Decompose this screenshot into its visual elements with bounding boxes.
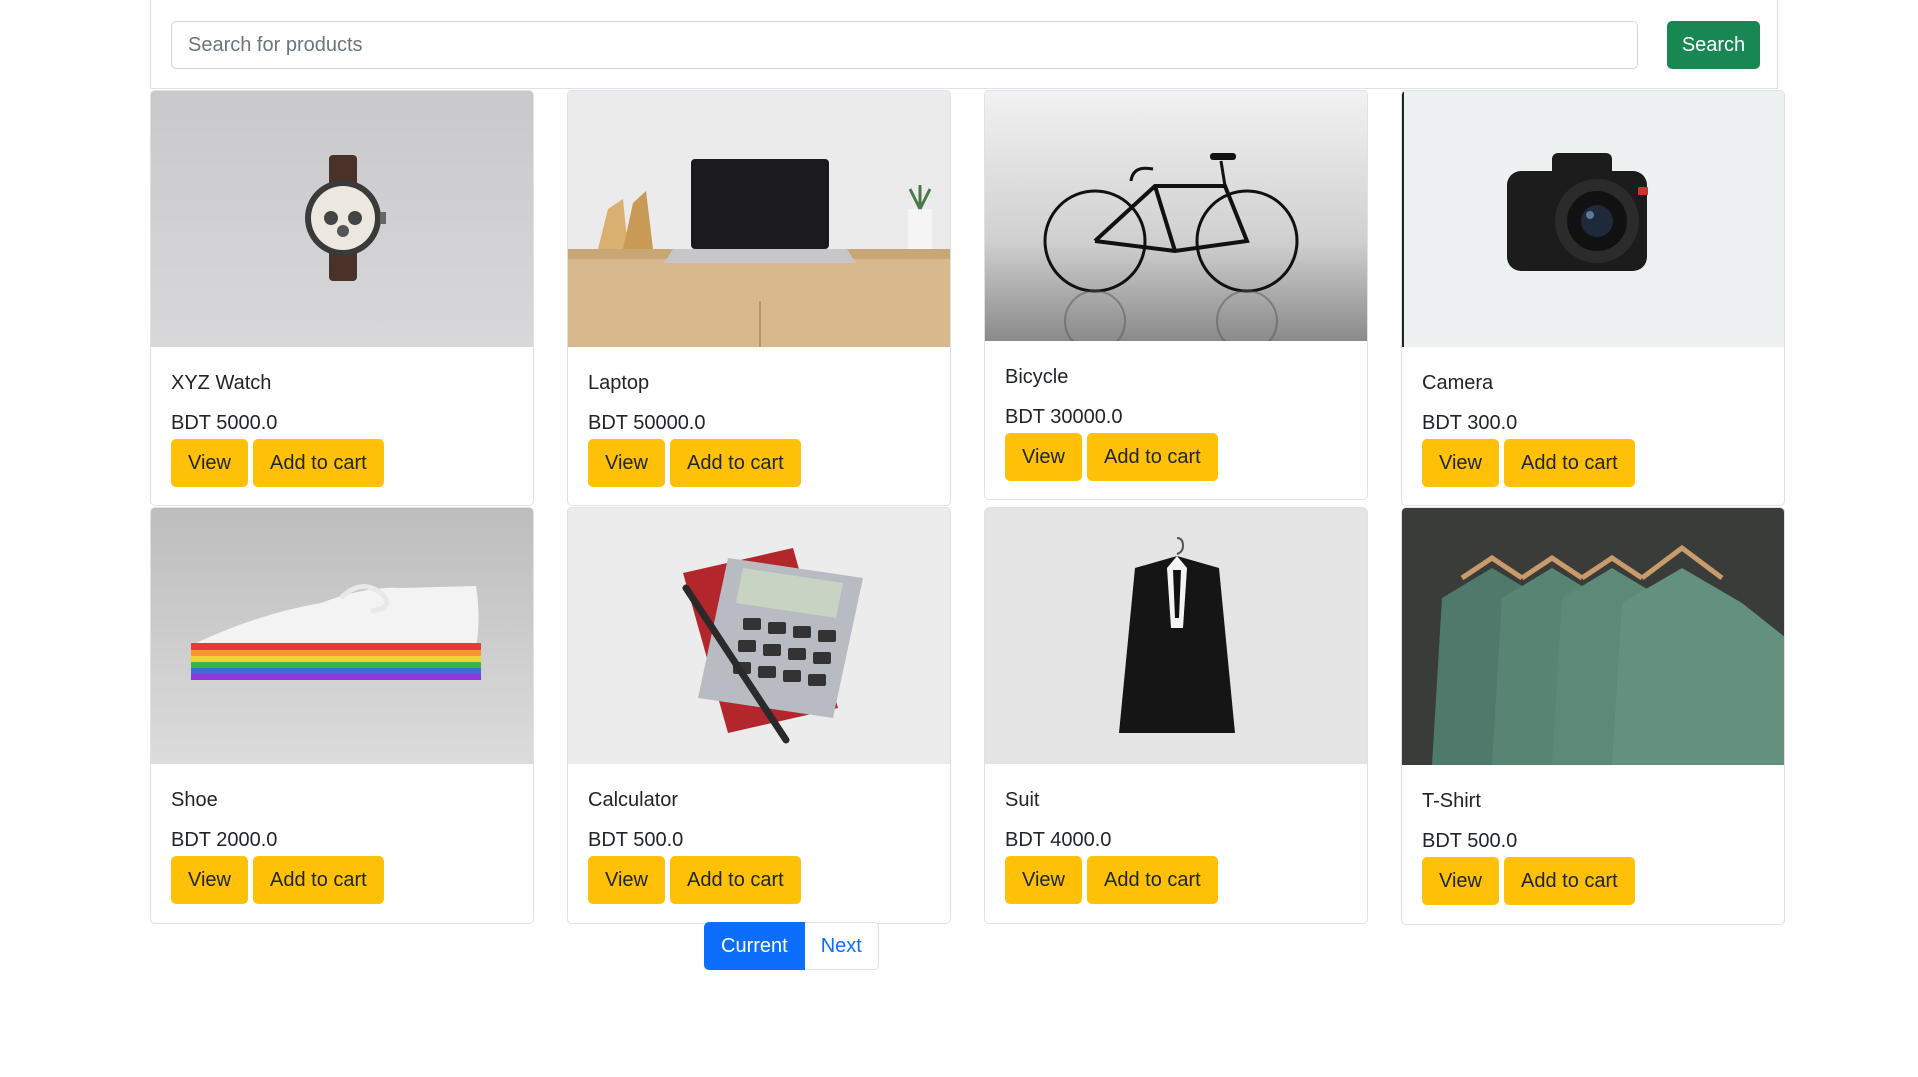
product-card-suit: Suit BDT 4000.0 View Add to cart (984, 507, 1368, 924)
product-card-camera: Camera BDT 300.0 View Add to cart (1401, 90, 1785, 506)
search-bar: Search (150, 0, 1778, 89)
card-actions: View Add to cart (588, 856, 930, 904)
product-name: XYZ Watch (171, 372, 272, 394)
add-to-cart-button[interactable]: Add to cart (1504, 439, 1635, 487)
product-card-laptop: Laptop BDT 50000.0 View Add to cart (567, 90, 951, 506)
product-card-calculator: Calculator BDT 500.0 View Add to cart (567, 507, 951, 924)
view-button[interactable]: View (171, 856, 248, 904)
card-body: XYZ Watch BDT 5000.0 View Add to cart (151, 347, 533, 487)
product-price: BDT 30000.0 (1005, 406, 1123, 428)
page-next[interactable]: Next (804, 922, 879, 970)
card-body: Calculator BDT 500.0 View Add to cart (568, 764, 950, 904)
view-button[interactable]: View (1005, 856, 1082, 904)
add-to-cart-button[interactable]: Add to cart (670, 856, 801, 904)
product-price: BDT 4000.0 (1005, 829, 1112, 851)
card-body: Camera BDT 300.0 View Add to cart (1402, 347, 1784, 487)
product-name: Suit (1005, 789, 1040, 811)
view-button[interactable]: View (588, 439, 665, 487)
search-input[interactable] (171, 21, 1638, 69)
product-card-watch: XYZ Watch BDT 5000.0 View Add to cart (150, 90, 534, 506)
product-card-bicycle: Bicycle BDT 30000.0 View Add to cart (984, 90, 1368, 500)
product-name: T-Shirt (1422, 790, 1481, 812)
view-button[interactable]: View (171, 439, 248, 487)
product-price: BDT 500.0 (588, 829, 684, 851)
product-price: BDT 5000.0 (171, 412, 278, 434)
add-to-cart-button[interactable]: Add to cart (253, 439, 384, 487)
product-price: BDT 50000.0 (588, 412, 706, 434)
product-name: Shoe (171, 789, 218, 811)
card-actions: View Add to cart (588, 439, 930, 487)
product-name: Calculator (588, 789, 679, 811)
card-actions: View Add to cart (171, 856, 513, 904)
shoe-image (151, 508, 533, 764)
product-price: BDT 500.0 (1422, 830, 1518, 852)
card-actions: View Add to cart (1005, 856, 1347, 904)
page-current[interactable]: Current (704, 922, 805, 970)
suit-image (985, 508, 1367, 764)
product-name: Bicycle (1005, 366, 1069, 388)
add-to-cart-button[interactable]: Add to cart (1504, 857, 1635, 905)
search-button[interactable]: Search (1667, 21, 1760, 69)
card-body: Shoe BDT 2000.0 View Add to cart (151, 764, 533, 904)
bicycle-image (985, 91, 1367, 341)
card-actions: View Add to cart (1422, 857, 1764, 905)
product-card-t-shirt: T-Shirt BDT 500.0 View Add to cart (1401, 507, 1785, 925)
add-to-cart-button[interactable]: Add to cart (670, 439, 801, 487)
card-actions: View Add to cart (1422, 439, 1764, 487)
laptop-image (568, 91, 950, 347)
card-body: Bicycle BDT 30000.0 View Add to cart (985, 341, 1367, 481)
product-name: Camera (1422, 372, 1494, 394)
product-price: BDT 2000.0 (171, 829, 278, 851)
calculator-image (568, 508, 950, 764)
add-to-cart-button[interactable]: Add to cart (253, 856, 384, 904)
card-actions: View Add to cart (171, 439, 513, 487)
view-button[interactable]: View (1422, 439, 1499, 487)
view-button[interactable]: View (1422, 857, 1499, 905)
add-to-cart-button[interactable]: Add to cart (1087, 856, 1218, 904)
product-card-shoe: Shoe BDT 2000.0 View Add to cart (150, 507, 534, 924)
view-button[interactable]: View (588, 856, 665, 904)
card-body: Laptop BDT 50000.0 View Add to cart (568, 347, 950, 487)
watch-image (151, 91, 533, 347)
camera-image (1402, 91, 1784, 347)
card-body: T-Shirt BDT 500.0 View Add to cart (1402, 765, 1784, 905)
card-body: Suit BDT 4000.0 View Add to cart (985, 764, 1367, 904)
pagination: Current Next (704, 922, 879, 970)
product-price: BDT 300.0 (1422, 412, 1518, 434)
t-shirt-image (1402, 508, 1784, 765)
product-name: Laptop (588, 372, 650, 394)
add-to-cart-button[interactable]: Add to cart (1087, 433, 1218, 481)
view-button[interactable]: View (1005, 433, 1082, 481)
card-actions: View Add to cart (1005, 433, 1347, 481)
